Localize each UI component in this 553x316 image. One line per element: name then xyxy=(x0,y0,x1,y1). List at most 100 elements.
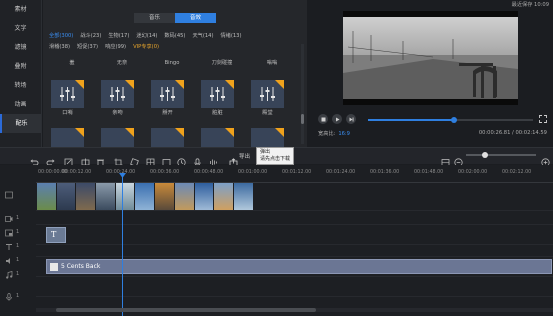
scrollbar-thumb[interactable] xyxy=(301,114,304,124)
media-clip[interactable] xyxy=(214,183,234,210)
video-icon xyxy=(5,216,13,222)
sound-tile[interactable] xyxy=(51,80,84,108)
rotate-button[interactable] xyxy=(130,152,139,167)
zoom-out-button[interactable] xyxy=(454,152,463,167)
edit-button[interactable] xyxy=(64,152,73,167)
track-lane-voice[interactable] xyxy=(36,277,553,297)
video-preview[interactable] xyxy=(343,11,518,105)
category-creature[interactable]: 生物(17) xyxy=(108,31,129,42)
sidebar-item-transitions[interactable]: 转场 xyxy=(0,76,41,95)
audio-button[interactable] xyxy=(209,152,218,166)
zoom-slider[interactable] xyxy=(466,154,536,156)
media-clip[interactable] xyxy=(115,183,136,210)
track-number: 1 xyxy=(16,229,20,235)
step-forward-icon xyxy=(349,117,353,121)
freeze-button[interactable] xyxy=(162,152,171,166)
media-clip[interactable] xyxy=(37,183,57,210)
zoom-slider-handle[interactable] xyxy=(482,152,488,158)
progress-handle[interactable] xyxy=(450,117,457,123)
tab-sound-effects[interactable]: 音效 xyxy=(175,13,216,23)
sound-tiles-row xyxy=(51,128,301,147)
export-label[interactable]: 导出 xyxy=(239,152,250,160)
delete-button[interactable] xyxy=(96,152,105,167)
sound-tile[interactable] xyxy=(101,128,134,147)
premium-badge xyxy=(125,128,134,137)
export-button[interactable] xyxy=(229,152,238,167)
sound-tile[interactable] xyxy=(101,80,134,108)
left-sidebar: 素材 文字 滤镜 叠附 转场 动画 配乐 xyxy=(0,0,42,147)
media-clip[interactable] xyxy=(194,183,215,210)
crop-button[interactable] xyxy=(114,152,123,167)
media-clip[interactable] xyxy=(56,183,77,210)
media-clip[interactable] xyxy=(96,183,116,210)
track-number: 1 xyxy=(16,293,20,299)
media-clip[interactable] xyxy=(135,183,156,210)
split-button[interactable] xyxy=(81,152,90,167)
sound-tile[interactable] xyxy=(201,80,234,108)
redo-button[interactable] xyxy=(46,152,55,166)
ruler-tick-label: 00:01:00.00 xyxy=(238,170,268,175)
play-icon xyxy=(335,117,339,121)
play-button[interactable] xyxy=(332,114,342,124)
ruler-tick-label: 00:02:12.00 xyxy=(502,170,532,175)
sound-label: 嗡嗡 xyxy=(266,60,278,66)
category-weather[interactable]: 天气(14) xyxy=(192,31,213,42)
mosaic-button[interactable] xyxy=(146,152,155,167)
aspect-ratio[interactable]: 宽高比: 16:9 xyxy=(318,130,350,137)
tab-music[interactable]: 音乐 xyxy=(134,13,175,23)
category-response[interactable]: 响应(99) xyxy=(105,42,126,53)
category-mood[interactable]: 情绪(13) xyxy=(220,31,241,42)
speed-button[interactable] xyxy=(177,152,186,167)
tooltip-title: 弹出 xyxy=(260,149,271,155)
sound-tile[interactable] xyxy=(201,128,234,147)
timeline-ruler[interactable]: 00:00:00.00 00:00:12.00 00:00:24.00 00:0… xyxy=(36,169,553,183)
next-frame-button[interactable] xyxy=(346,114,356,124)
track-lane-text[interactable] xyxy=(36,225,553,245)
sidebar-item-media[interactable]: 素材 xyxy=(0,0,41,19)
sidebar-item-filters[interactable]: 滤镜 xyxy=(0,38,41,57)
stop-button[interactable] xyxy=(318,114,328,124)
ruler-tick-label: 00:00:12.00 xyxy=(62,170,92,175)
track-lane-audio[interactable] xyxy=(36,245,553,257)
track-lane-video[interactable] xyxy=(36,211,553,225)
zoom-in-button[interactable] xyxy=(541,152,550,167)
media-clip[interactable] xyxy=(174,183,195,210)
ruler-tick-label: 00:00:48.00 xyxy=(194,170,224,175)
media-clip-strip[interactable] xyxy=(37,183,254,210)
aspect-ratio-label: 宽高比: xyxy=(318,131,336,137)
category-psychedelic[interactable]: 迷幻(14) xyxy=(136,31,157,42)
sidebar-item-text[interactable]: 文字 xyxy=(0,19,41,38)
category-vip[interactable]: VIP专享(0) xyxy=(133,42,159,53)
sound-tile[interactable] xyxy=(151,128,184,147)
media-clip[interactable] xyxy=(76,183,97,210)
category-funny[interactable]: 滑稽(38) xyxy=(49,42,70,53)
record-voice-button[interactable] xyxy=(193,152,202,167)
sound-tile[interactable] xyxy=(151,80,184,108)
category-short[interactable]: 短促(37) xyxy=(77,42,98,53)
fit-timeline-button[interactable] xyxy=(441,152,450,166)
sidebar-item-animation[interactable]: 动画 xyxy=(0,95,41,114)
category-digital[interactable]: 数码(45) xyxy=(164,31,185,42)
sound-tile[interactable] xyxy=(51,128,84,147)
category-all[interactable]: 全部(300) xyxy=(49,31,73,42)
timeline-scrollbar[interactable] xyxy=(36,308,553,312)
sidebar-item-overlays[interactable]: 叠附 xyxy=(0,57,41,76)
premium-badge xyxy=(225,128,234,137)
playhead-line[interactable] xyxy=(122,175,123,316)
scrollbar-thumb[interactable] xyxy=(56,308,316,312)
media-clip[interactable] xyxy=(155,183,175,210)
preview-panel: 最近保存 10:09 宽高比: 16:9 00:00:26.81 / 00:02… xyxy=(310,0,553,147)
library-scrollbar[interactable] xyxy=(301,44,304,144)
sound-tile[interactable] xyxy=(251,128,284,147)
category-battle[interactable]: 战斗(23) xyxy=(80,31,101,42)
sound-tile[interactable] xyxy=(251,80,284,108)
media-clip[interactable] xyxy=(233,183,254,210)
sound-label: 羞 xyxy=(69,60,75,66)
equalizer-icon xyxy=(110,87,125,101)
fullscreen-icon[interactable] xyxy=(539,115,547,123)
text-clip[interactable]: T xyxy=(46,227,66,243)
premium-badge xyxy=(225,80,234,89)
sidebar-item-music[interactable]: 配乐 xyxy=(0,114,41,133)
playback-progress-bar[interactable] xyxy=(368,117,533,123)
undo-button[interactable] xyxy=(30,152,39,166)
